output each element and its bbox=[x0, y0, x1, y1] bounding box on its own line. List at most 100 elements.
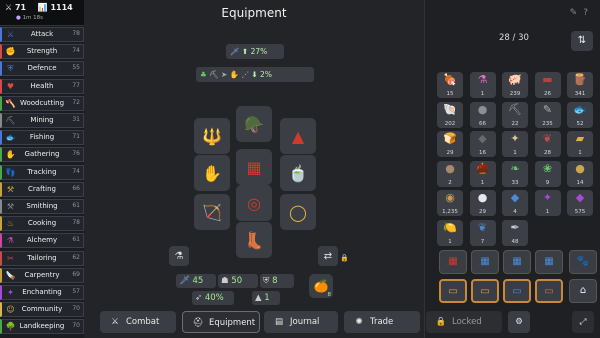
skill-enchanting[interactable]: ✦ Enchanting 57 bbox=[0, 285, 84, 300]
home-button[interactable]: ⌂ bbox=[569, 279, 597, 303]
skill-gathering[interactable]: ✋ Gathering 76 bbox=[0, 147, 84, 163]
item-quantity: 1 bbox=[480, 91, 485, 97]
inventory-item[interactable]: ▰ 1 bbox=[567, 131, 593, 157]
loadout-slot-1[interactable]: ▦ bbox=[439, 250, 467, 274]
inventory-item[interactable]: ◆ 4 bbox=[502, 190, 528, 216]
skill-landkeeping[interactable]: 🌳 Landkeeping 70 bbox=[0, 319, 84, 335]
storage-slot-4[interactable]: ▭ bbox=[535, 279, 563, 303]
skill-name: Gathering bbox=[24, 150, 60, 159]
inventory-item[interactable]: 🪵 341 bbox=[567, 72, 593, 98]
saw-icon: 🪚 bbox=[5, 270, 16, 280]
inventory-item[interactable]: ✒ 48 bbox=[502, 219, 528, 246]
inventory-item[interactable]: ◉ 1,235 bbox=[437, 190, 463, 216]
inventory-item[interactable]: ✎ 235 bbox=[534, 101, 561, 128]
gloves-slot[interactable]: ✋ bbox=[194, 155, 230, 191]
skill-mining[interactable]: ⛏ Mining 31 bbox=[0, 113, 84, 128]
skill-name: Strength bbox=[26, 47, 58, 56]
potion-icon: ⚗ bbox=[477, 73, 488, 86]
loadout-slot-2[interactable]: ▦ bbox=[471, 250, 499, 274]
inventory-item[interactable]: ▬ 26 bbox=[534, 72, 561, 98]
inventory-item[interactable]: ❧ 33 bbox=[502, 160, 528, 187]
skill-health[interactable]: ♥ Health 77 bbox=[0, 78, 84, 94]
item-quantity: 341 bbox=[574, 91, 586, 97]
storage-slot-2[interactable]: ▭ bbox=[471, 279, 499, 303]
accessory-slot[interactable]: 🍵 bbox=[280, 155, 316, 191]
skill-attack[interactable]: ⚔ Attack 78 bbox=[0, 27, 84, 42]
herb-icon: ❦ bbox=[542, 132, 553, 145]
tab-trade[interactable]: ✺ Trade bbox=[344, 311, 420, 333]
inventory-item[interactable]: ❀ 9 bbox=[534, 160, 561, 187]
inventory-item[interactable]: ◆ 16 bbox=[469, 131, 496, 157]
log-icon: 🪵 bbox=[573, 73, 587, 86]
cape-slot[interactable]: ▲ bbox=[280, 118, 316, 154]
help-icon[interactable]: ? bbox=[583, 8, 594, 18]
weapon-slot[interactable]: 🔱 bbox=[194, 118, 230, 154]
edit-icon[interactable]: ✎ bbox=[570, 8, 584, 18]
skill-name: Crafting bbox=[28, 184, 56, 193]
skill-tailoring[interactable]: ✂ Tailoring 62 bbox=[0, 250, 84, 266]
stone-icon: ● bbox=[445, 161, 455, 175]
skill-crafting[interactable]: ⚒ Crafting 66 bbox=[0, 181, 84, 197]
potion-list-button[interactable]: ⚗ bbox=[169, 246, 189, 266]
bow-slot[interactable]: 🏹 bbox=[194, 194, 230, 230]
boost-pill-bottom[interactable]: ♣ ⛏ ➤ ✋ ⋰ ⬇ 2% bbox=[196, 67, 314, 82]
inventory-item[interactable]: 🌰 1 bbox=[469, 160, 496, 187]
skill-name: Carpentry bbox=[24, 270, 60, 279]
skill-defence[interactable]: ⛨ Defence 55 bbox=[0, 61, 84, 77]
attack-value: 45 bbox=[192, 276, 204, 286]
belt-slot[interactable]: ◎ bbox=[236, 185, 272, 221]
sort-inventory-button[interactable]: ⇅ bbox=[571, 31, 593, 51]
loadout-slot-3[interactable]: ▦ bbox=[503, 250, 531, 274]
skill-smithing[interactable]: ⚒ Smithing 61 bbox=[0, 199, 84, 214]
skill-level: 74 bbox=[72, 47, 80, 55]
skill-cooking[interactable]: ♨ Cooking 78 bbox=[0, 216, 84, 232]
inventory-item[interactable]: ⛏ 22 bbox=[502, 101, 528, 128]
fist-icon: ✊ bbox=[5, 47, 16, 57]
inventory-item[interactable]: ❦ 7 bbox=[469, 219, 496, 246]
storage-slot-1[interactable]: ▭ bbox=[439, 279, 467, 303]
storage-slot-3[interactable]: ▭ bbox=[503, 279, 531, 303]
loadout-slot-4[interactable]: ▦ bbox=[535, 250, 563, 274]
bread-icon: 🍞 bbox=[443, 132, 457, 145]
skill-strength[interactable]: ✊ Strength 74 bbox=[0, 44, 84, 60]
food-slot[interactable]: 🍊 8 bbox=[309, 274, 333, 298]
inventory-item[interactable]: 🍞 29 bbox=[437, 131, 463, 157]
inventory-item[interactable]: ❦ 28 bbox=[534, 131, 561, 157]
tab-equipment[interactable]: ⛑ Equipment bbox=[182, 311, 260, 333]
settings-button[interactable]: ⚙ bbox=[508, 311, 530, 333]
skill-woodcutting[interactable]: 🪓 Woodcutting 72 bbox=[0, 95, 84, 111]
boots-slot[interactable]: 👢 bbox=[236, 222, 272, 258]
inventory-item[interactable]: 🐚 202 bbox=[437, 101, 463, 128]
skill-community[interactable]: ☺ Community 70 bbox=[0, 302, 84, 318]
skill-name: Woodcutting bbox=[19, 98, 65, 107]
skill-alchemy[interactable]: ⚗ Alchemy 61 bbox=[0, 233, 84, 249]
helmet-slot[interactable]: 🪖 bbox=[236, 106, 272, 142]
swap-loadout-button[interactable]: ⇄ bbox=[318, 246, 338, 266]
inventory-item[interactable]: ◆ 575 bbox=[567, 190, 593, 216]
inventory-item[interactable]: ● 2 bbox=[437, 160, 463, 187]
inventory-item[interactable]: ● 29 bbox=[469, 190, 496, 216]
tab-journal[interactable]: ▤ Journal bbox=[264, 311, 338, 333]
body-armor-slot[interactable]: ▦ bbox=[236, 149, 272, 185]
ring-slot[interactable]: ◯ bbox=[280, 194, 316, 230]
hand-icon: ✋ bbox=[229, 70, 240, 79]
item-quantity: 202 bbox=[444, 120, 456, 127]
inventory-item[interactable]: ● 14 bbox=[567, 160, 593, 187]
expand-button[interactable]: ⤢ bbox=[572, 311, 594, 333]
footprint-icon: ⋰ bbox=[241, 70, 249, 79]
inventory-item[interactable]: ● 66 bbox=[469, 101, 496, 128]
inventory-item[interactable]: 🐟 52 bbox=[567, 101, 593, 128]
tab-combat[interactable]: ⚔ Combat bbox=[100, 311, 176, 333]
skill-tracking[interactable]: 👣 Tracking 74 bbox=[0, 164, 84, 180]
inventory-item[interactable]: ✦ 1 bbox=[502, 131, 528, 157]
speed-stat-icon: ▲ bbox=[255, 293, 262, 303]
pet-button[interactable]: 🐾 bbox=[569, 250, 597, 274]
inventory-item[interactable]: 🍋 1 bbox=[437, 219, 463, 246]
skill-fishing[interactable]: 🐟 Fishing 71 bbox=[0, 130, 84, 146]
boost-pill-top[interactable]: 🗡 ⬆ 27% bbox=[226, 44, 284, 59]
inventory-item[interactable]: ✦ 1 bbox=[534, 190, 561, 216]
inventory-item[interactable]: ⚗ 1 bbox=[469, 72, 496, 98]
inventory-item[interactable]: 🍖 15 bbox=[437, 72, 463, 98]
inventory-item[interactable]: 🐖 239 bbox=[502, 72, 528, 98]
skill-carpentry[interactable]: 🪚 Carpentry 69 bbox=[0, 267, 84, 283]
